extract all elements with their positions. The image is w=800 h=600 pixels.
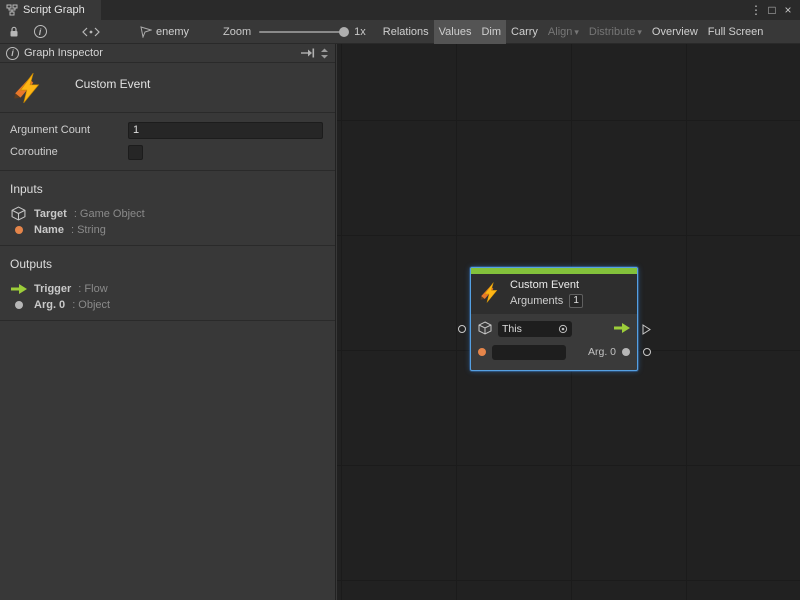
chevron-down-icon: ▾ bbox=[637, 27, 642, 37]
pin-row-trigger: Trigger : Flow bbox=[0, 278, 335, 299]
carry-button[interactable]: Carry bbox=[506, 20, 543, 44]
pin-row-arg0: Arg. 0 : Object bbox=[0, 299, 335, 320]
info-icon: i bbox=[6, 47, 19, 60]
external-output-port[interactable] bbox=[643, 348, 651, 356]
section-divider bbox=[0, 320, 335, 321]
flow-arrow-icon bbox=[10, 284, 27, 294]
event-fields: Argument Count Coroutine bbox=[0, 113, 335, 171]
toolbar-buttons: Relations Values Dim Carry Align▾ Distri… bbox=[378, 20, 769, 44]
target-self-dropdown[interactable]: This bbox=[498, 321, 572, 337]
overview-button[interactable]: Overview bbox=[647, 20, 703, 44]
close-icon[interactable]: × bbox=[780, 0, 796, 20]
coroutine-label: Coroutine bbox=[10, 146, 128, 158]
window-titlebar: Script Graph ⋮ □ × bbox=[0, 0, 800, 20]
custom-event-icon bbox=[479, 281, 502, 307]
arg0-output-port[interactable] bbox=[622, 348, 630, 356]
argument-count-row: Argument Count bbox=[0, 120, 335, 140]
inspector-header: i Graph Inspector bbox=[0, 44, 335, 63]
window-controls: ⋮ □ × bbox=[748, 0, 800, 20]
coroutine-checkbox[interactable] bbox=[128, 145, 143, 160]
info-icon[interactable]: i bbox=[32, 20, 48, 44]
graph-asset-ref[interactable]: enemy bbox=[140, 26, 189, 38]
event-name-input[interactable] bbox=[492, 345, 566, 360]
target-picker-icon bbox=[558, 324, 568, 334]
stepper-icon[interactable] bbox=[321, 48, 329, 59]
maximize-icon[interactable]: □ bbox=[764, 0, 780, 20]
cube-icon bbox=[10, 206, 27, 221]
distribute-dropdown-button[interactable]: Distribute▾ bbox=[584, 20, 647, 44]
event-title: Custom Event bbox=[75, 77, 150, 91]
graph-asset-icon bbox=[140, 26, 152, 38]
node-arguments: Arguments 1 bbox=[510, 294, 583, 308]
graph-inspector-panel: i Graph Inspector bbox=[0, 44, 336, 600]
arguments-count-field[interactable]: 1 bbox=[569, 294, 583, 308]
align-dropdown-button[interactable]: Align▾ bbox=[543, 20, 584, 44]
name-input-port[interactable] bbox=[478, 348, 486, 356]
graph-canvas[interactable]: Custom Event Arguments 1 bbox=[337, 44, 800, 600]
argument-count-input[interactable] bbox=[128, 122, 323, 139]
tab-script-graph[interactable]: Script Graph bbox=[0, 0, 101, 20]
chevron-down-icon: ▾ bbox=[574, 27, 579, 37]
node-body: This bbox=[471, 314, 637, 370]
node-header: Custom Event Arguments 1 bbox=[471, 274, 637, 314]
node-row-target: This bbox=[478, 320, 630, 338]
inputs-title: Inputs bbox=[0, 171, 335, 203]
dim-button[interactable]: Dim bbox=[476, 20, 506, 44]
pin-row-target: Target : Game Object bbox=[0, 203, 335, 224]
external-flow-port[interactable] bbox=[642, 324, 651, 338]
relations-button[interactable]: Relations bbox=[378, 20, 434, 44]
cube-icon bbox=[478, 321, 492, 338]
inspector-title: Graph Inspector bbox=[24, 47, 103, 59]
coroutine-row: Coroutine bbox=[0, 142, 335, 162]
fullscreen-button[interactable]: Full Screen bbox=[703, 20, 769, 44]
object-port-icon bbox=[10, 301, 27, 309]
values-button[interactable]: Values bbox=[434, 20, 477, 44]
value-port-icon bbox=[10, 226, 27, 234]
outputs-title: Outputs bbox=[0, 246, 335, 278]
connections-icon[interactable] bbox=[80, 20, 102, 44]
zoom-label: Zoom bbox=[223, 26, 251, 38]
arguments-label: Arguments bbox=[510, 295, 563, 307]
external-input-port[interactable] bbox=[458, 325, 466, 333]
tab-label: Script Graph bbox=[23, 4, 85, 16]
event-header: Custom Event bbox=[0, 63, 335, 113]
node-row-arg0: Arg. 0 bbox=[478, 343, 630, 361]
zoom-value: 1x bbox=[354, 26, 366, 38]
pin-row-name: Name : String bbox=[0, 224, 335, 245]
zoom-slider[interactable] bbox=[259, 31, 345, 33]
dock-icon[interactable] bbox=[300, 48, 315, 58]
graph-asset-name: enemy bbox=[156, 26, 189, 38]
custom-event-node[interactable]: Custom Event Arguments 1 bbox=[470, 267, 638, 371]
custom-event-icon bbox=[12, 71, 46, 108]
arg0-label: Arg. 0 bbox=[588, 346, 616, 358]
flow-output-port[interactable] bbox=[614, 323, 630, 336]
unity-script-graph-window: Script Graph ⋮ □ × i en bbox=[0, 0, 800, 600]
lock-icon[interactable] bbox=[6, 20, 22, 44]
graph-toolbar: i enemy Zoom 1x Relations Values Dim Car… bbox=[0, 20, 800, 44]
node-title: Custom Event bbox=[510, 279, 583, 291]
argument-count-label: Argument Count bbox=[10, 124, 128, 136]
zoom-slider-handle[interactable] bbox=[339, 27, 349, 37]
script-graph-icon bbox=[6, 4, 18, 16]
menu-icon[interactable]: ⋮ bbox=[748, 0, 764, 20]
